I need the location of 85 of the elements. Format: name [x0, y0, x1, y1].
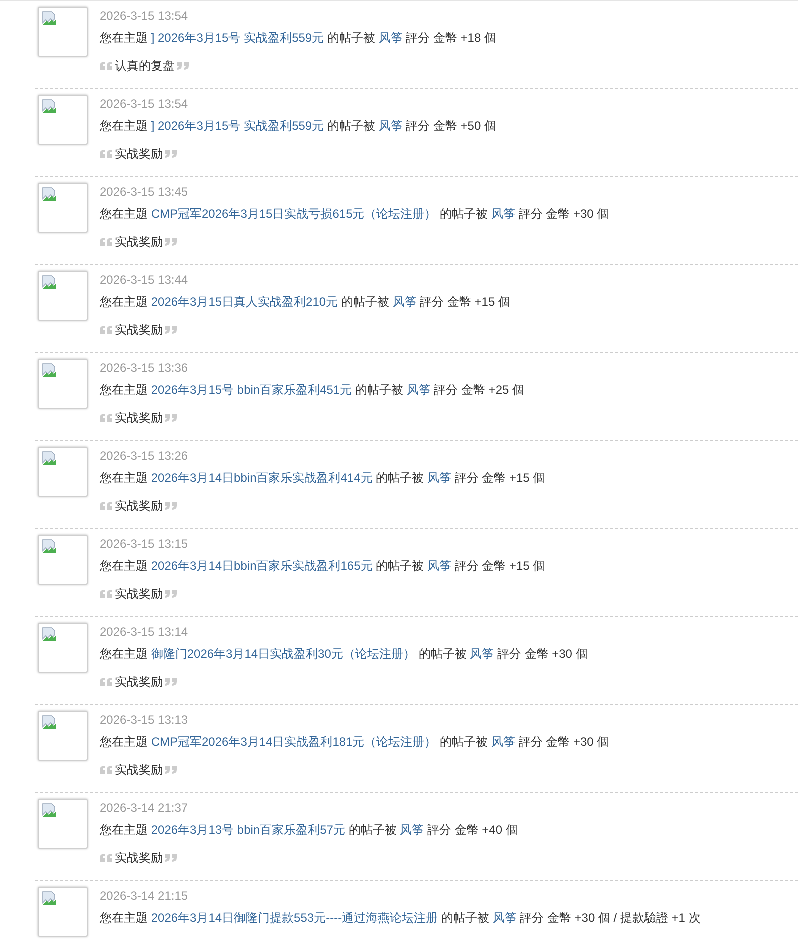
- user-link[interactable]: 风筝: [427, 471, 452, 485]
- broken-image-icon: [42, 451, 58, 467]
- user-link[interactable]: 风筝: [491, 207, 516, 221]
- user-link[interactable]: 风筝: [491, 735, 516, 749]
- open-quote-icon: [100, 766, 113, 774]
- close-quote-icon: [165, 678, 178, 686]
- topic-link[interactable]: ] 2026年3月15号 实战盈利559元: [151, 31, 324, 45]
- open-quote-icon: [100, 678, 113, 686]
- user-link[interactable]: 风筝: [400, 823, 424, 837]
- open-quote-icon: [100, 238, 113, 246]
- notice-time: 2026-3-15 13:54: [100, 96, 190, 112]
- broken-image-icon: [42, 363, 58, 379]
- notice-time: 2026-3-15 13:54: [100, 8, 190, 24]
- notice-text: 您在主題 2026年3月14日御隆门提款553元----通过海燕论坛注册 的帖子被 风筝 評分 金幣 +30 個 / 提款驗證 +1 次: [100, 910, 701, 927]
- rating-reason: 实战奖励: [115, 410, 163, 427]
- close-quote-icon: [165, 766, 178, 774]
- notice-text: 您在主題 CMP冠军2026年3月15日实战亏损615元（论坛注册） 的帖子被 风筝 評分 金幣 +30 個: [100, 206, 610, 223]
- topic-link[interactable]: 2026年3月14日御隆门提款553元----通过海燕论坛注册: [151, 911, 438, 925]
- topic-link[interactable]: 2026年3月15日真人实战盈利210元: [151, 295, 338, 309]
- rating-reason: 实战奖励: [115, 234, 163, 251]
- close-quote-icon: [165, 150, 178, 158]
- close-quote-icon: [165, 238, 178, 246]
- notice-text: 您在主題 2026年3月13号 bbin百家乐盈利57元 的帖子被 风筝 評分 金幣 +40 個: [100, 822, 518, 839]
- open-quote-icon: [100, 414, 113, 422]
- notice-text: 您在主題 2026年3月14日bbin百家乐实战盈利165元 的帖子被 风筝 評分 金幣 +15 個: [100, 558, 546, 575]
- notice-text: 您在主題 ] 2026年3月15号 实战盈利559元 的帖子被 风筝 評分 金幣 +50 個: [100, 118, 496, 135]
- user-link[interactable]: 风筝: [392, 295, 417, 309]
- notice-text: 您在主題 CMP冠军2026年3月14日实战盈利181元（论坛注册） 的帖子被 风筝 評分 金幣 +30 個: [100, 734, 610, 751]
- open-quote-icon: [100, 502, 113, 510]
- notice-time: 2026-3-15 13:14: [100, 624, 190, 640]
- rating-reason: 实战奖励: [115, 322, 163, 339]
- user-link[interactable]: 风筝: [378, 31, 403, 45]
- notice-time: 2026-3-15 13:44: [100, 272, 190, 288]
- topic-link[interactable]: 2026年3月15号 bbin百家乐盈利451元: [151, 383, 352, 397]
- rating-reason: 实战奖励: [115, 850, 163, 867]
- open-quote-icon: [100, 854, 113, 862]
- broken-image-icon: [42, 539, 58, 555]
- notice-time: 2026-3-14 21:15: [100, 888, 190, 904]
- notice-time: 2026-3-15 13:36: [100, 360, 190, 376]
- user-link[interactable]: 风筝: [406, 383, 431, 397]
- close-quote-icon: [165, 854, 178, 862]
- notice-text: 您在主題 2026年3月14日bbin百家乐实战盈利414元 的帖子被 风筝 評分 金幣 +15 個: [100, 470, 546, 487]
- user-link[interactable]: 风筝: [378, 119, 403, 133]
- notice-text: 您在主題 2026年3月15号 bbin百家乐盈利451元 的帖子被 风筝 評分 金幣 +25 個: [100, 382, 524, 399]
- open-quote-icon: [100, 62, 113, 70]
- broken-image-icon: [42, 99, 58, 115]
- notice-time: 2026-3-15 13:26: [100, 448, 190, 464]
- broken-image-icon: [42, 275, 58, 291]
- topic-link[interactable]: 2026年3月14日bbin百家乐实战盈利414元: [151, 471, 373, 485]
- open-quote-icon: [100, 326, 113, 334]
- close-quote-icon: [165, 326, 178, 334]
- notice-text: 您在主題 ] 2026年3月15号 实战盈利559元 的帖子被 风筝 評分 金幣 +18 個: [100, 30, 496, 47]
- notice-time: 2026-3-15 13:45: [100, 184, 190, 200]
- broken-image-icon: [42, 715, 58, 731]
- notice-time: 2026-3-15 13:13: [100, 712, 190, 728]
- topic-link[interactable]: 御隆门2026年3月14日实战盈利30元（论坛注册）: [151, 647, 416, 661]
- broken-image-icon: [42, 11, 58, 27]
- rating-reason: 实战奖励: [115, 586, 163, 603]
- rating-reason: 实战奖励: [115, 674, 163, 691]
- topic-link[interactable]: CMP冠军2026年3月15日实战亏损615元（论坛注册）: [151, 207, 437, 221]
- notice-text: 您在主題 2026年3月15日真人实战盈利210元 的帖子被 风筝 評分 金幣 +15 個: [100, 294, 510, 311]
- notice-text: 您在主題 御隆门2026年3月14日实战盈利30元（论坛注册） 的帖子被 风筝 評分 金幣 +30 個: [100, 646, 588, 663]
- topic-link[interactable]: ] 2026年3月15号 实战盈利559元: [151, 119, 324, 133]
- rating-reason: 实战奖励: [115, 498, 163, 515]
- topic-link[interactable]: 2026年3月14日bbin百家乐实战盈利165元: [151, 559, 373, 573]
- open-quote-icon: [100, 590, 113, 598]
- topic-link[interactable]: CMP冠军2026年3月14日实战盈利181元（论坛注册）: [151, 735, 437, 749]
- close-quote-icon: [165, 414, 178, 422]
- open-quote-icon: [100, 150, 113, 158]
- broken-image-icon: [42, 891, 58, 907]
- broken-image-icon: [42, 803, 58, 819]
- rating-reason: 认真的复盘: [115, 58, 175, 75]
- rating-reason: 实战奖励: [115, 146, 163, 163]
- broken-image-icon: [42, 187, 58, 203]
- notice-time: 2026-3-14 21:37: [100, 800, 190, 816]
- user-link[interactable]: 风筝: [470, 647, 494, 661]
- broken-image-icon: [42, 627, 58, 643]
- topic-link[interactable]: 2026年3月13号 bbin百家乐盈利57元: [151, 823, 346, 837]
- rating-reason: 实战奖励: [115, 762, 163, 779]
- close-quote-icon: [165, 590, 178, 598]
- user-link[interactable]: 风筝: [427, 559, 452, 573]
- close-quote-icon: [177, 62, 190, 70]
- user-link[interactable]: 风筝: [492, 911, 517, 925]
- close-quote-icon: [165, 502, 178, 510]
- notice-time: 2026-3-15 13:15: [100, 536, 190, 552]
